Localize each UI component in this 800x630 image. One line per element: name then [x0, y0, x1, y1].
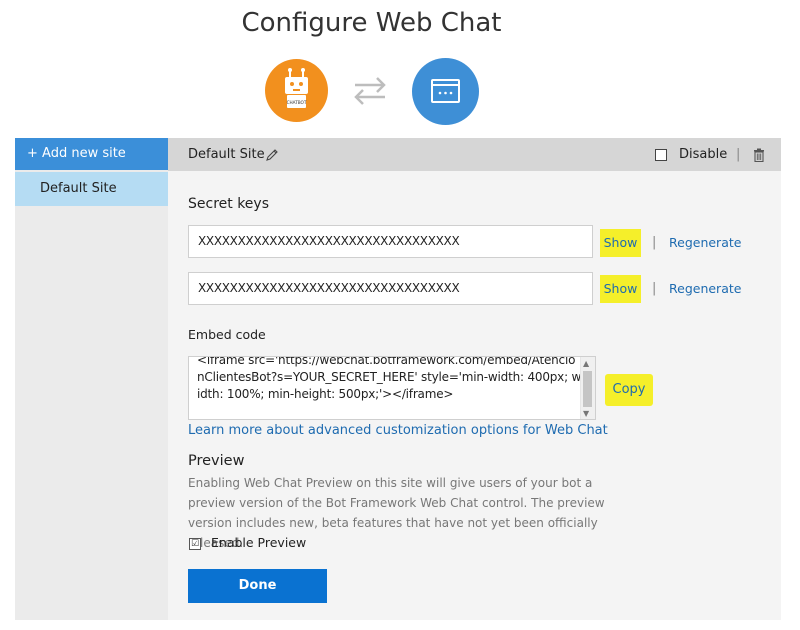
enable-preview-checkbox[interactable]: ☑ — [189, 538, 201, 550]
embed-code-label: Embed code — [188, 327, 266, 342]
robot-icon: CHATBOT — [265, 59, 328, 122]
secret-key-field-1[interactable]: XXXXXXXXXXXXXXXXXXXXXXXXXXXXXXXXX — [188, 225, 593, 258]
enable-preview-label: Enable Preview — [211, 535, 307, 550]
embed-scrollbar[interactable]: ▲ ▼ — [580, 357, 595, 419]
done-button[interactable]: Done — [188, 569, 327, 603]
browser-window-icon — [412, 58, 479, 125]
disable-label: Disable — [679, 147, 728, 162]
scroll-up-icon[interactable]: ▲ — [583, 359, 589, 368]
embed-code-textarea[interactable]: <iframe src='https://webchat.botframewor… — [188, 356, 596, 420]
key-1-separator: | — [652, 235, 657, 250]
header-separator: | — [736, 147, 741, 162]
page-title: Configure Web Chat — [241, 8, 502, 38]
learn-more-link[interactable]: Learn more about advanced customization … — [188, 423, 608, 438]
preview-title: Preview — [188, 453, 245, 469]
key-2-separator: | — [652, 281, 657, 296]
site-header-bar: Default Site Disable | — [168, 138, 781, 171]
web-chat-config-panel: + Add new site Default Site Default Site… — [15, 138, 781, 620]
sidebar-item-default-site[interactable]: Default Site — [15, 172, 168, 206]
pencil-icon[interactable] — [265, 147, 279, 166]
chatbot-badge: CHATBOT — [287, 100, 307, 105]
scroll-thumb[interactable] — [583, 371, 592, 407]
show-key-2-link[interactable]: Show — [600, 275, 641, 303]
secret-key-field-2[interactable]: XXXXXXXXXXXXXXXXXXXXXXXXXXXXXXXXX — [188, 272, 593, 305]
scroll-down-icon[interactable]: ▼ — [583, 409, 589, 418]
secret-keys-title: Secret keys — [188, 196, 269, 212]
regenerate-key-2-link[interactable]: Regenerate — [669, 281, 741, 296]
site-name: Default Site — [188, 147, 265, 162]
swap-arrows-icon — [352, 76, 388, 110]
embed-code-text: <iframe src='https://webchat.botframewor… — [197, 356, 582, 401]
add-new-site-button[interactable]: + Add new site — [15, 138, 168, 170]
trash-icon[interactable] — [753, 147, 765, 166]
sites-sidebar: + Add new site Default Site — [15, 138, 168, 620]
disable-checkbox[interactable] — [655, 149, 667, 161]
show-key-1-link[interactable]: Show — [600, 229, 641, 257]
copy-embed-code-link[interactable]: Copy — [605, 374, 653, 406]
regenerate-key-1-link[interactable]: Regenerate — [669, 235, 741, 250]
